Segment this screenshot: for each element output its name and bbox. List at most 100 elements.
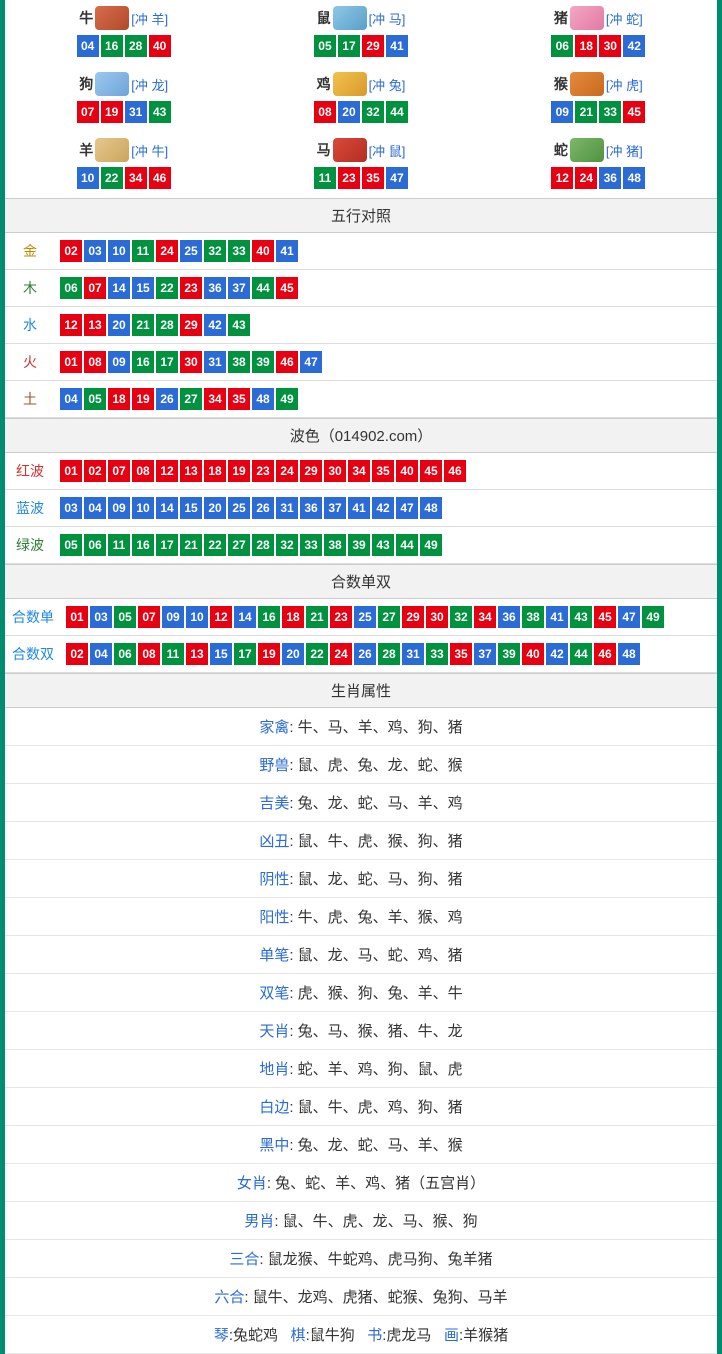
- number-badge: 06: [114, 643, 136, 665]
- number-badge: 10: [132, 497, 154, 519]
- number-badge: 43: [228, 314, 250, 336]
- attr-row: 白边: 鼠、牛、虎、鸡、狗、猪: [5, 1088, 717, 1126]
- number-badge: 35: [362, 167, 384, 189]
- table-row: 木06071415222336374445: [5, 270, 717, 307]
- number-badge: 06: [60, 277, 82, 299]
- attr-label: 男肖: [244, 1213, 274, 1230]
- number-badge: 34: [474, 606, 496, 628]
- zodiac-icon: [570, 138, 604, 162]
- number-badge: 42: [372, 497, 394, 519]
- zodiac-name: 马: [317, 140, 331, 160]
- number-badge: 29: [362, 35, 384, 57]
- number-badge: 14: [156, 497, 178, 519]
- number-badge: 18: [108, 388, 130, 410]
- number-badge: 10: [108, 240, 130, 262]
- attr-sep: :: [289, 719, 297, 736]
- zodiac-icon: [95, 138, 129, 162]
- zodiac-conflict: [冲 兔]: [369, 75, 406, 94]
- number-badge: 04: [84, 497, 106, 519]
- attr-row: 双笔: 虎、猴、狗、兔、羊、牛: [5, 974, 717, 1012]
- number-badge: 44: [386, 101, 408, 123]
- row-nums: 0108091617303138394647: [55, 344, 717, 381]
- attr-label: 吉美: [259, 795, 289, 812]
- number-badge: 23: [338, 167, 360, 189]
- row-label: 火: [5, 344, 55, 381]
- number-badge: 41: [546, 606, 568, 628]
- number-badge: 16: [101, 35, 123, 57]
- row-nums: 06071415222336374445: [55, 270, 717, 307]
- zodiac-conflict: [冲 牛]: [131, 141, 168, 160]
- number-badge: 44: [396, 534, 418, 556]
- attr-value: 牛、虎、兔、羊、猴、鸡: [298, 909, 463, 926]
- number-badge: 36: [498, 606, 520, 628]
- attr-sep: :: [289, 757, 297, 774]
- number-badge: 22: [156, 277, 178, 299]
- row-nums: 02031011242532334041: [55, 233, 717, 270]
- row-nums: 0102070812131819232429303435404546: [55, 453, 717, 490]
- number-badge: 01: [60, 351, 82, 373]
- zodiac-conflict: [冲 蛇]: [606, 9, 643, 28]
- number-badge: 35: [450, 643, 472, 665]
- number-badge: 17: [156, 351, 178, 373]
- attr-sep: :: [289, 1137, 297, 1154]
- attr-row: 六合: 鼠牛、龙鸡、虎猪、蛇猴、兔狗、马羊: [5, 1278, 717, 1316]
- zodiac-head: 鸡[冲 兔]: [317, 72, 406, 96]
- number-badge: 30: [324, 460, 346, 482]
- number-badge: 20: [338, 101, 360, 123]
- number-badge: 27: [180, 388, 202, 410]
- row-label: 水: [5, 307, 55, 344]
- zodiac-icon: [95, 6, 129, 30]
- attr-row: 男肖: 鼠、牛、虎、龙、马、猴、狗: [5, 1202, 717, 1240]
- attr-value: 兔、马、猴、猪、牛、龙: [298, 1023, 463, 1040]
- number-badge: 34: [348, 460, 370, 482]
- number-badge: 48: [618, 643, 640, 665]
- zodiac-name: 鼠: [317, 8, 331, 28]
- number-badge: 12: [210, 606, 232, 628]
- section-bose-title: 波色（014902.com）: [5, 418, 717, 453]
- number-badge: 22: [204, 534, 226, 556]
- number-badge: 23: [330, 606, 352, 628]
- attr-value: 兔、蛇、羊、鸡、猪（五宫肖）: [275, 1175, 485, 1192]
- number-badge: 15: [180, 497, 202, 519]
- number-badge: 38: [228, 351, 250, 373]
- attr-row: 阴性: 鼠、龙、蛇、马、狗、猪: [5, 860, 717, 898]
- number-badge: 21: [306, 606, 328, 628]
- number-badge: 26: [156, 388, 178, 410]
- number-badge: 39: [348, 534, 370, 556]
- bottom-value: :羊猴猪: [459, 1327, 508, 1344]
- number-badge: 43: [570, 606, 592, 628]
- zodiac-cell: 狗[冲 龙]07193143: [5, 66, 242, 132]
- number-badge: 17: [156, 534, 178, 556]
- zodiac-conflict: [冲 猪]: [606, 141, 643, 160]
- number-badge: 47: [618, 606, 640, 628]
- number-badge: 05: [84, 388, 106, 410]
- number-badge: 39: [252, 351, 274, 373]
- number-badge: 32: [450, 606, 472, 628]
- table-row: 土04051819262734354849: [5, 381, 717, 418]
- attr-value: 虎、猴、狗、兔、羊、牛: [298, 985, 463, 1002]
- number-badge: 31: [276, 497, 298, 519]
- number-badge: 11: [132, 240, 154, 262]
- zodiac-cell: 羊[冲 牛]10223446: [5, 132, 242, 198]
- section-shengxiao-title: 生肖属性: [5, 673, 717, 708]
- number-badge: 40: [522, 643, 544, 665]
- attr-value: 蛇、羊、鸡、狗、鼠、虎: [298, 1061, 463, 1078]
- number-badge: 13: [84, 314, 106, 336]
- number-badge: 29: [402, 606, 424, 628]
- attr-label: 阴性: [259, 871, 289, 888]
- zodiac-cell: 猪[冲 蛇]06183042: [480, 0, 717, 66]
- number-badge: 23: [252, 460, 274, 482]
- number-badge: 42: [623, 35, 645, 57]
- attr-value: 兔、龙、蛇、马、羊、鸡: [298, 795, 463, 812]
- number-badge: 15: [132, 277, 154, 299]
- number-badge: 36: [599, 167, 621, 189]
- number-badge: 35: [228, 388, 250, 410]
- attr-value: 鼠、牛、虎、龙、马、猴、狗: [283, 1213, 478, 1230]
- zodiac-nums: 12243648: [480, 166, 717, 190]
- number-badge: 11: [108, 534, 130, 556]
- number-badge: 33: [599, 101, 621, 123]
- table-row: 蓝波03040910141520252631363741424748: [5, 490, 717, 527]
- number-badge: 37: [474, 643, 496, 665]
- number-badge: 42: [546, 643, 568, 665]
- number-badge: 08: [132, 460, 154, 482]
